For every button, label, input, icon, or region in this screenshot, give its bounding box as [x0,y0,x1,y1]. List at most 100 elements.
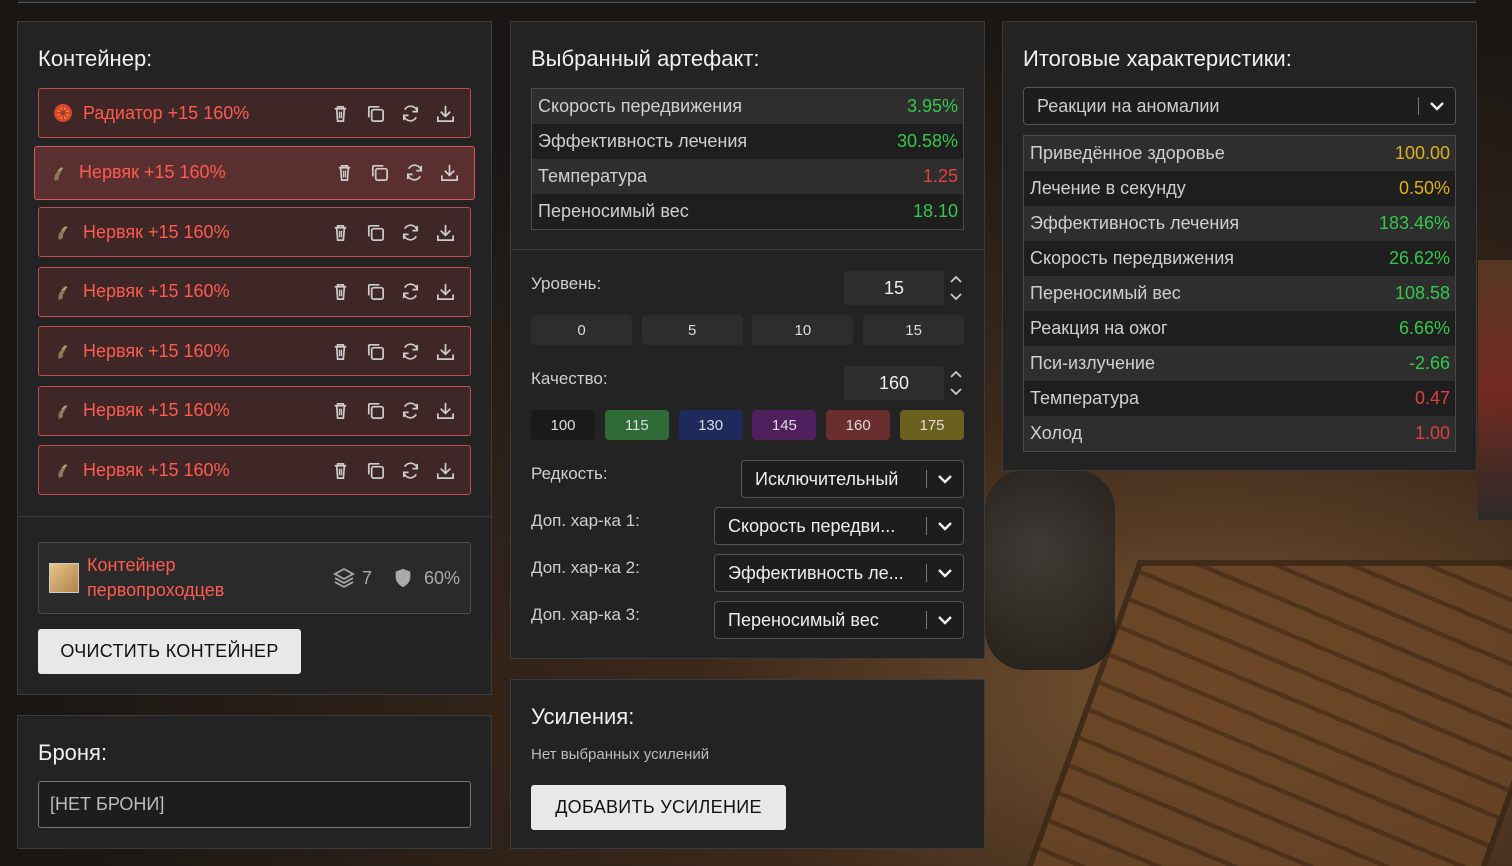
level-preset-button[interactable]: 15 [863,315,965,345]
download-icon[interactable] [435,341,456,362]
quality-input[interactable]: 160 [844,366,944,400]
stat-label: Реакция на ожог [1030,318,1168,338]
armor-value: [НЕТ БРОНИ] [50,794,165,814]
refresh-icon[interactable] [400,460,421,481]
refresh-icon[interactable] [400,281,421,302]
stat-label: Температура [538,166,648,186]
refresh-icon[interactable] [400,341,421,362]
trash-icon[interactable] [330,281,351,302]
stat-row: Переносимый вес 18.10 [532,194,963,229]
copy-icon[interactable] [365,341,386,362]
extra1-select[interactable]: Скорость передви... [714,507,964,545]
stat-value: 30.58% [896,131,958,151]
copy-icon[interactable] [365,460,386,481]
download-icon[interactable] [435,281,456,302]
quality-preset-button[interactable]: 175 [900,410,964,440]
totals-panel: Итоговые характеристики: Реакции на аном… [1002,21,1477,471]
trash-icon[interactable] [330,103,351,124]
stat-row: Эффективность лечения 183.46% [1024,206,1455,241]
refresh-icon[interactable] [404,162,425,183]
stat-label: Приведённое здоровье [1030,143,1225,163]
chevron-down-icon [1430,102,1444,111]
container-card[interactable]: Контейнер первопроходцев 7 60% [38,542,471,614]
container-protection: 60% [423,567,460,588]
download-icon[interactable] [435,222,456,243]
stat-value: 6.66% [1398,318,1450,338]
refresh-icon[interactable] [400,222,421,243]
container-title: Контейнер: [38,46,153,71]
refresh-icon[interactable] [400,400,421,421]
stat-value: 183.46% [1378,213,1450,233]
trash-icon[interactable] [334,162,355,183]
container-name-line2: первопроходцев [87,580,225,600]
level-input[interactable]: 15 [844,271,944,305]
copy-icon[interactable] [369,162,390,183]
download-icon[interactable] [435,103,456,124]
stat-label: Температура [1030,388,1140,408]
add-boost-button[interactable]: ДОБАВИТЬ УСИЛЕНИЕ [531,785,786,830]
clear-container-button[interactable]: ОЧИСТИТЬ КОНТЕЙНЕР [38,629,301,674]
extra3-label: Доп. хар-ка 3: [531,605,640,624]
quality-preset-button[interactable]: 160 [826,410,891,440]
stat-row: Лечение в секунду 0.50% [1024,171,1455,206]
download-icon[interactable] [435,400,456,421]
container-avatar [49,563,79,593]
totals-filter-select[interactable]: Реакции на аномалии [1023,87,1456,125]
nerviak-artifact-icon [49,163,69,183]
rarity-label: Редкость: [531,464,608,483]
copy-icon[interactable] [365,103,386,124]
artifact-name: Нервяк +15 160% [83,340,230,361]
rarity-value: Исключительный [755,468,899,489]
level-preset-button[interactable]: 0 [531,315,632,345]
nerviak-artifact-icon [53,401,73,421]
rarity-select[interactable]: Исключительный [741,460,964,498]
layers-icon [333,567,355,589]
extra2-select[interactable]: Эффективность ле... [714,554,964,592]
nerviak-artifact-icon [53,282,73,302]
stat-value: 3.95% [906,96,958,116]
stat-label: Переносимый вес [1030,283,1181,303]
stat-label: Скорость передвижения [1030,248,1235,268]
totals-filter-value: Реакции на аномалии [1037,95,1220,116]
extra2-value: Эффективность ле... [728,562,904,583]
artifact-row[interactable]: Нервяк +15 160% [38,266,471,317]
artifact-row[interactable]: Нервяк +15 160% [38,445,471,495]
level-stepper-icon[interactable] [949,273,963,303]
stat-row: Температура 1.25 [532,159,963,194]
level-preset-button[interactable]: 10 [752,315,854,345]
trash-icon[interactable] [330,460,351,481]
download-icon[interactable] [439,162,460,183]
copy-icon[interactable] [365,222,386,243]
artifact-title: Выбранный артефакт: [531,46,760,71]
chevron-down-icon [938,522,952,531]
armor-panel: Броня: [НЕТ БРОНИ] [17,715,492,849]
stat-label: Эффективность лечения [538,131,748,151]
stat-row: Приведённое здоровье 100.00 [1024,136,1455,171]
quality-preset-button[interactable]: 130 [678,410,743,440]
quality-stepper-icon[interactable] [949,368,963,398]
stat-row: Скорость передвижения 26.62% [1024,241,1455,276]
artifact-row[interactable]: Нервяк +15 160% [34,145,475,200]
trash-icon[interactable] [330,400,351,421]
quality-preset-button[interactable]: 115 [604,410,669,440]
trash-icon[interactable] [330,341,351,362]
copy-icon[interactable] [365,281,386,302]
armor-select[interactable]: [НЕТ БРОНИ] [38,781,471,828]
quality-preset-button[interactable]: 100 [531,410,595,440]
copy-icon[interactable] [365,400,386,421]
extra3-select[interactable]: Переносимый вес [714,601,964,639]
refresh-icon[interactable] [400,103,421,124]
artifact-row[interactable]: Нервяк +15 160% [38,385,471,436]
artifact-row[interactable]: Нервяк +15 160% [38,207,471,257]
artifact-name: Нервяк +15 160% [83,221,230,242]
artifact-row[interactable]: Нервяк +15 160% [38,326,471,376]
download-icon[interactable] [435,460,456,481]
level-preset-button[interactable]: 5 [641,315,743,345]
stat-value: -2.66 [1408,353,1450,373]
artifact-name: Нервяк +15 160% [83,459,230,480]
artifact-panel: Выбранный артефакт: Скорость передвижени… [510,21,985,659]
trash-icon[interactable] [330,222,351,243]
stat-value: 26.62% [1388,248,1450,268]
artifact-row[interactable]: Радиатор +15 160% [38,88,471,138]
quality-preset-button[interactable]: 145 [752,410,817,440]
